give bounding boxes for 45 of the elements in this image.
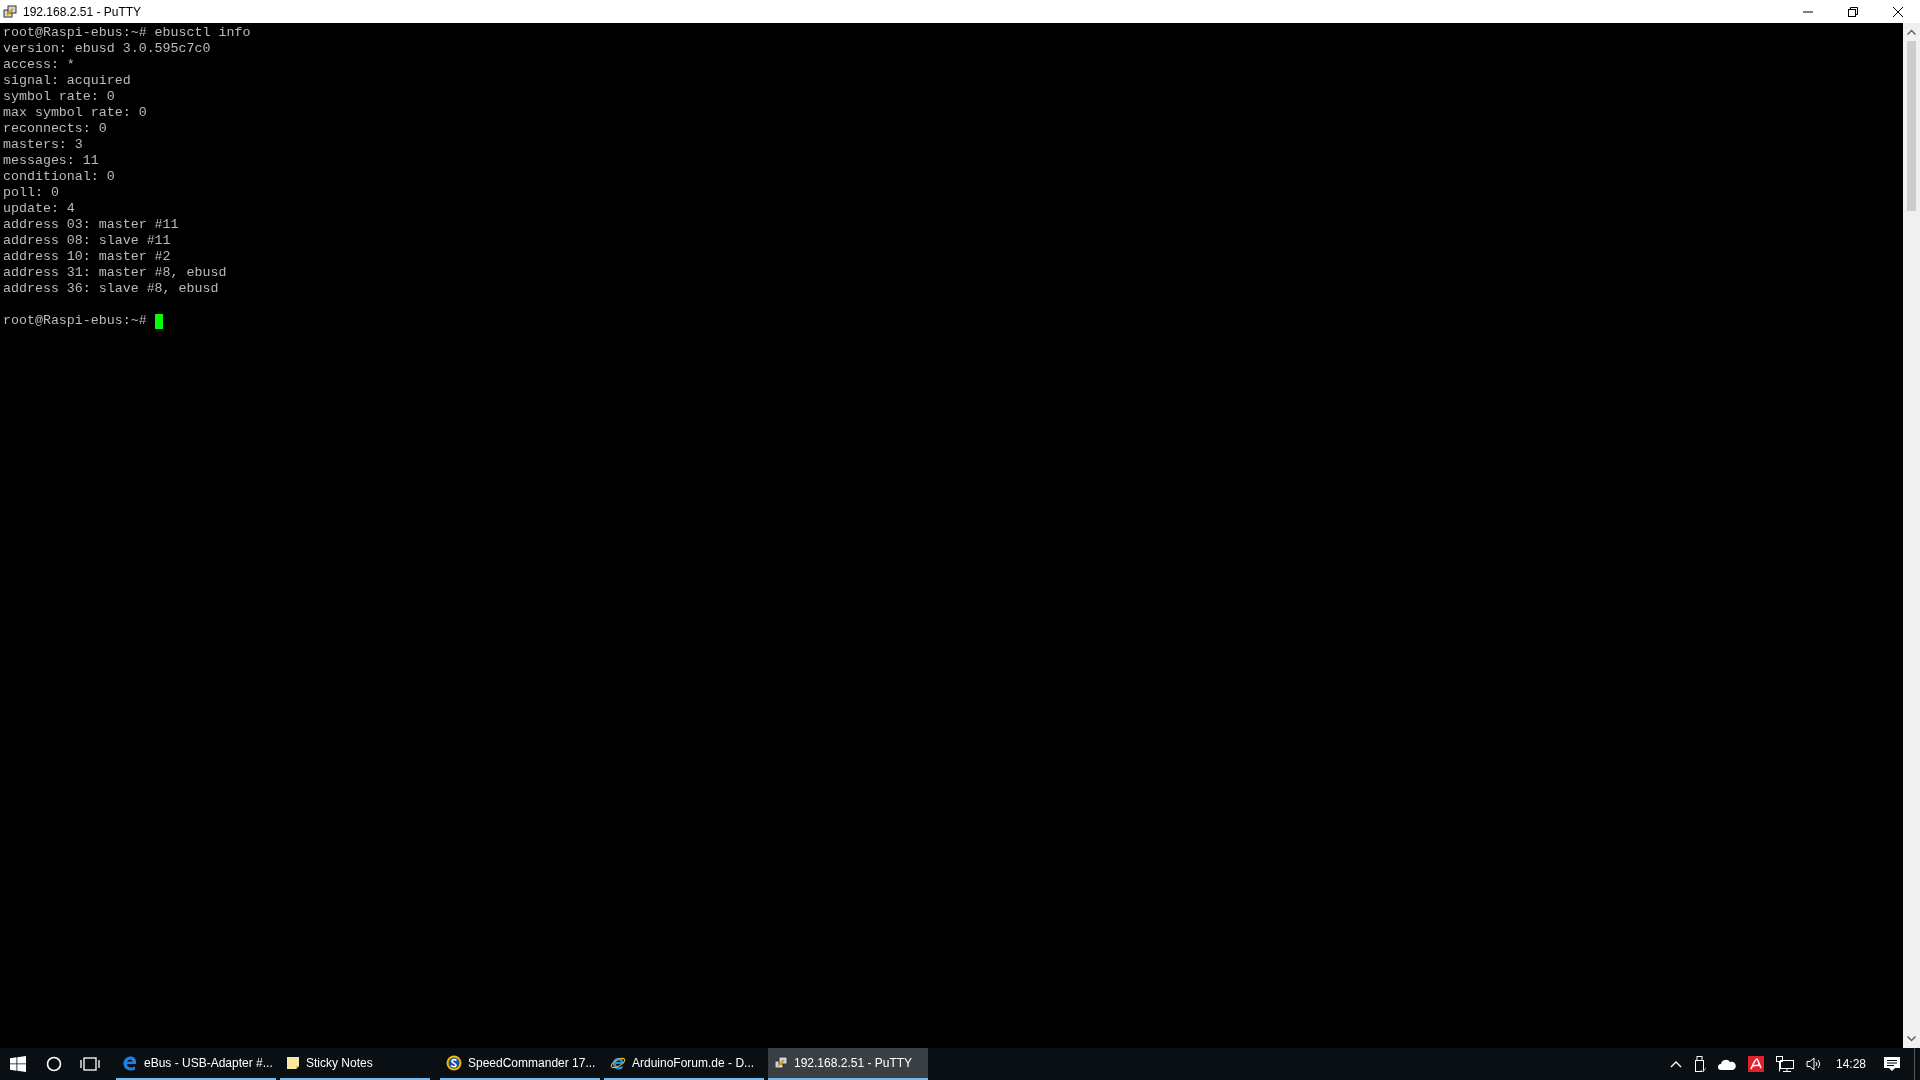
usb-drive-icon[interactable] bbox=[1693, 1055, 1706, 1073]
terminal-line: conditional: 0 bbox=[3, 169, 116, 185]
terminal-line: address 36: slave #8, ebusd bbox=[3, 281, 220, 297]
window-title: 192.168.2.51 - PuTTY bbox=[23, 4, 142, 19]
antivirus-icon[interactable] bbox=[1747, 1056, 1764, 1072]
terminal-app-icon bbox=[3, 4, 17, 19]
terminal-line: access: * bbox=[3, 57, 76, 73]
terminal-line: update: 4 bbox=[3, 201, 76, 217]
taskbar-app-button[interactable]: 192.168.2.51 - PuTTY bbox=[768, 1048, 928, 1080]
clock-time[interactable]: 14:28 bbox=[1835, 1057, 1866, 1071]
text-cursor bbox=[154, 313, 163, 329]
speaker-icon[interactable] bbox=[1805, 1057, 1822, 1071]
notification-icon[interactable] bbox=[1884, 1056, 1900, 1072]
terminal-line: poll: 0 bbox=[3, 185, 60, 201]
terminal-line: max symbol rate: 0 bbox=[3, 105, 148, 121]
terminal-line: masters: 3 bbox=[3, 137, 84, 153]
terminal-line: address 03: master #11 bbox=[3, 217, 180, 233]
close-icon[interactable] bbox=[1892, 6, 1903, 17]
terminal-line: reconnects: 0 bbox=[3, 121, 108, 137]
taskbar-app-button[interactable]: SpeedCommander 17... bbox=[440, 1048, 600, 1080]
terminal-line: symbol rate: 0 bbox=[3, 89, 116, 105]
e-logo-icon bbox=[122, 1055, 138, 1071]
network-icon[interactable] bbox=[1775, 1056, 1794, 1072]
taskbar-app-button[interactable]: eBus - USB-Adapter #... bbox=[116, 1048, 276, 1080]
terminal-line: address 31: master #8, ebusd bbox=[3, 265, 228, 281]
terminal-prompt: root@Raspi-ebus:~# bbox=[3, 313, 147, 329]
terminal-line: address 10: master #2 bbox=[3, 249, 172, 265]
s-logo-icon bbox=[446, 1055, 462, 1071]
taskbar-app-button[interactable]: Sticky Notes bbox=[280, 1048, 430, 1080]
terminal-line: messages: 11 bbox=[3, 153, 100, 169]
e-logo-icon bbox=[610, 1055, 626, 1071]
terminal-line: version: ebusd 3.0.595c7c0 bbox=[3, 41, 212, 57]
terminal-line: address 08: slave #11 bbox=[3, 233, 172, 249]
taskbar-app-button[interactable]: ArduinoForum.de - D... bbox=[604, 1048, 764, 1080]
restore-icon[interactable] bbox=[1847, 6, 1858, 17]
terminal-line: signal: acquired bbox=[3, 73, 132, 89]
scroll-down-icon[interactable] bbox=[1907, 1036, 1916, 1042]
scrollbar-thumb[interactable] bbox=[1907, 41, 1916, 211]
terminal-line: root@Raspi-ebus:~# ebusctl info bbox=[3, 25, 252, 41]
scroll-up-icon[interactable] bbox=[1907, 29, 1916, 35]
scrollbar[interactable] bbox=[1903, 23, 1920, 1048]
chevron-up-icon[interactable] bbox=[1669, 1060, 1682, 1068]
sticky-note-icon bbox=[286, 1056, 300, 1070]
terminal-app-icon bbox=[774, 1056, 788, 1070]
cloud-icon[interactable] bbox=[1717, 1058, 1736, 1070]
